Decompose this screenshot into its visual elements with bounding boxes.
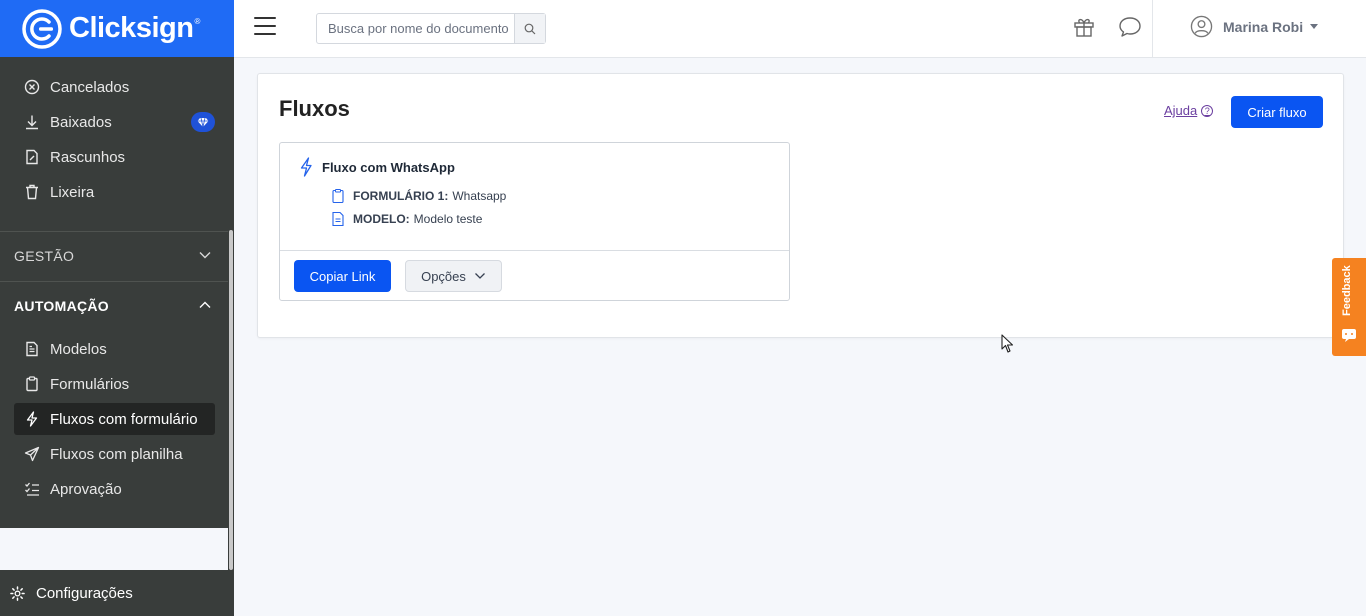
flow-card-divider — [280, 250, 789, 251]
options-button[interactable]: Opções — [405, 260, 502, 292]
sidebar-item-label: Fluxos com planilha — [50, 445, 183, 463]
download-icon — [23, 113, 41, 131]
form-key: FORMULÁRIO 1: — [353, 189, 449, 203]
clipboard-icon — [23, 375, 41, 393]
sidebar: Clicksign ® Cancelados Baixados Rascunho… — [0, 0, 234, 616]
create-flow-button[interactable]: Criar fluxo — [1231, 96, 1323, 128]
page-title: Fluxos — [279, 96, 350, 121]
search-button[interactable] — [514, 14, 545, 43]
sidebar-item-lixeira[interactable]: Lixeira — [14, 176, 215, 208]
sidebar-item-aprovacao[interactable]: Aprovação — [14, 473, 215, 505]
flow-form-line: FORMULÁRIO 1: Whatsapp — [332, 189, 506, 203]
sidebar-item-modelos[interactable]: Modelos — [14, 333, 215, 365]
avatar-icon — [1190, 15, 1213, 38]
sidebar-item-label: Cancelados — [50, 78, 130, 96]
chevron-up-icon — [198, 298, 212, 315]
search-input[interactable] — [317, 14, 514, 43]
trash-icon — [23, 183, 41, 201]
gear-icon — [10, 585, 25, 601]
sidebar-gap — [0, 528, 228, 570]
flow-model-line: MODELO: Modelo teste — [332, 212, 482, 226]
settings-button[interactable]: Configurações — [0, 570, 234, 616]
sidebar-item-cancelados[interactable]: Cancelados — [14, 71, 215, 103]
checklist-icon — [23, 480, 41, 498]
brand-name: Clicksign — [69, 12, 194, 44]
sidebar-item-label: Modelos — [50, 340, 107, 358]
sidebar-scroll-area: Cancelados Baixados Rascunhos Lixeira GE… — [0, 57, 228, 528]
cancel-circle-icon — [23, 78, 41, 96]
sidebar-item-fluxos-formulario[interactable]: Fluxos com formulário — [14, 403, 215, 435]
sidebar-item-formularios[interactable]: Formulários — [14, 368, 215, 400]
caret-down-icon — [1310, 24, 1319, 29]
diamond-icon — [191, 112, 215, 132]
menu-icon[interactable] — [254, 17, 276, 35]
lightning-icon — [298, 157, 314, 177]
sidebar-scrollbar[interactable] — [229, 230, 233, 570]
chat-icon[interactable] — [1118, 16, 1142, 43]
paper-plane-icon — [23, 445, 41, 463]
model-key: MODELO: — [353, 212, 410, 226]
mouse-cursor-icon — [1001, 334, 1015, 359]
sidebar-section-gestao[interactable]: GESTÃO — [0, 232, 228, 280]
help-label: Ajuda — [1164, 103, 1198, 118]
copy-link-button[interactable]: Copiar Link — [294, 260, 391, 292]
sidebar-item-label: Fluxos com formulário — [50, 410, 198, 428]
sidebar-item-label: Formulários — [50, 375, 130, 393]
settings-label: Configurações — [36, 584, 133, 602]
sidebar-item-label: Aprovação — [50, 480, 122, 498]
template-icon — [332, 212, 344, 226]
sidebar-item-label: Rascunhos — [50, 148, 126, 166]
sidebar-item-rascunhos[interactable]: Rascunhos — [14, 141, 215, 173]
help-link[interactable]: Ajuda ? — [1164, 103, 1214, 118]
sidebar-item-fluxos-planilha[interactable]: Fluxos com planilha — [14, 438, 215, 470]
feedback-tab[interactable]: Feedback — [1332, 258, 1366, 356]
draft-icon — [23, 148, 41, 166]
brand-registered-mark: ® — [194, 17, 201, 26]
sidebar-item-label: Lixeira — [50, 183, 95, 201]
top-bar: Marina Robi — [234, 0, 1366, 58]
feedback-icon — [1341, 328, 1357, 347]
clipboard-icon — [332, 189, 344, 203]
section-label: GESTÃO — [14, 248, 75, 264]
lightning-icon — [23, 410, 41, 428]
sidebar-section-automacao[interactable]: AUTOMAÇÃO — [0, 282, 228, 330]
options-label: Opções — [421, 268, 466, 284]
flow-title: Fluxo com WhatsApp — [298, 157, 455, 177]
search-icon — [524, 23, 536, 34]
feedback-label: Feedback — [1341, 265, 1353, 316]
flow-card: Fluxo com WhatsApp FORMULÁRIO 1: Whatsap… — [279, 142, 790, 301]
sidebar-item-label: Baixados — [50, 113, 112, 131]
search-box — [316, 13, 546, 44]
section-label: AUTOMAÇÃO — [14, 298, 109, 314]
sidebar-item-baixados[interactable]: Baixados — [14, 106, 215, 138]
chevron-down-icon — [474, 270, 486, 282]
brand-header[interactable]: Clicksign ® — [0, 0, 234, 57]
clicksign-logo-icon — [20, 7, 64, 51]
topbar-divider — [1152, 0, 1153, 58]
chevron-down-icon — [198, 248, 212, 265]
model-value: Modelo teste — [413, 212, 483, 226]
flow-name: Fluxo com WhatsApp — [322, 159, 455, 175]
user-menu[interactable]: Marina Robi — [1190, 15, 1319, 38]
form-value: Whatsapp — [452, 189, 507, 203]
gift-icon[interactable] — [1072, 15, 1096, 44]
question-icon: ? — [1201, 104, 1214, 117]
flows-panel: Fluxos Ajuda ? Criar fluxo Fluxo com Wha… — [257, 73, 1344, 338]
user-name: Marina Robi — [1223, 18, 1304, 35]
template-icon — [23, 340, 41, 358]
